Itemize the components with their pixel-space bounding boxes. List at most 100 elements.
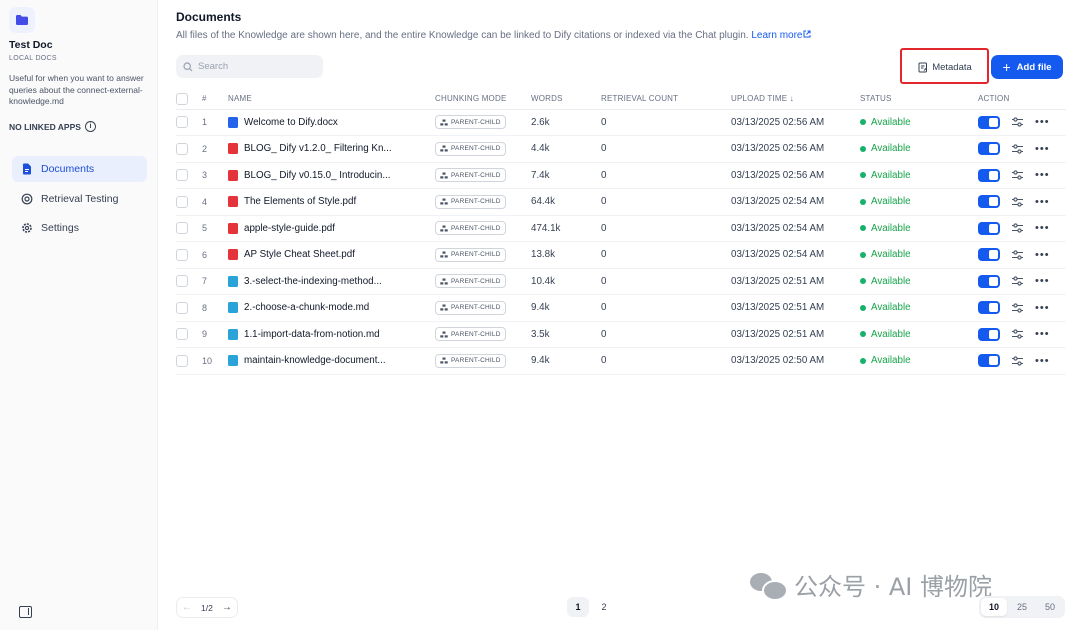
more-options-icon[interactable]: ••• bbox=[1035, 196, 1050, 207]
table-row[interactable]: 10 maintain-knowledge-document... PARENT-C… bbox=[176, 347, 1066, 375]
enable-toggle[interactable] bbox=[978, 168, 1000, 182]
column-header-index: # bbox=[202, 89, 228, 110]
enable-toggle[interactable] bbox=[978, 327, 1000, 341]
more-options-icon[interactable]: ••• bbox=[1035, 170, 1050, 181]
settings-sliders-icon[interactable] bbox=[1012, 329, 1023, 339]
row-checkbox[interactable] bbox=[176, 116, 188, 129]
enable-toggle[interactable] bbox=[978, 274, 1000, 288]
document-name[interactable]: apple-style-guide.pdf bbox=[244, 223, 335, 234]
table-header-row: # NAME CHUNKING MODE WORDS RETRIEVAL COU… bbox=[176, 89, 1066, 110]
settings-sliders-icon[interactable] bbox=[1012, 303, 1023, 313]
row-checkbox[interactable] bbox=[176, 248, 188, 261]
page-size-option[interactable]: 10 bbox=[981, 598, 1007, 616]
row-checkbox[interactable] bbox=[176, 142, 188, 155]
search-input[interactable] bbox=[198, 61, 308, 72]
enable-toggle[interactable] bbox=[978, 301, 1000, 315]
more-options-icon[interactable]: ••• bbox=[1035, 117, 1050, 128]
row-words: 3.5k bbox=[531, 321, 601, 348]
document-name[interactable]: The Elements of Style.pdf bbox=[244, 196, 356, 207]
settings-sliders-icon[interactable] bbox=[1012, 223, 1023, 233]
page-size-option[interactable]: 50 bbox=[1037, 598, 1063, 616]
page-size-option[interactable]: 25 bbox=[1009, 598, 1035, 616]
table-row[interactable]: 1 Welcome to Dify.docx PARENT-CHILD 2.6k 0 03… bbox=[176, 109, 1066, 136]
add-file-button[interactable]: + Add file bbox=[991, 55, 1063, 79]
row-retrieval-count: 0 bbox=[601, 162, 731, 189]
settings-sliders-icon[interactable] bbox=[1012, 144, 1023, 154]
table-row[interactable]: 4 The Elements of Style.pdf PARENT-CHILD 64… bbox=[176, 188, 1066, 216]
table-row[interactable]: 8 2.-choose-a-chunk-mode.md PARENT-CHILD 9.… bbox=[176, 294, 1066, 322]
more-options-icon[interactable]: ••• bbox=[1035, 249, 1050, 260]
table-row[interactable]: 9 1.1-import-data-from-notion.md PARENT-CH… bbox=[176, 321, 1066, 348]
page-button[interactable]: 1 bbox=[567, 597, 589, 617]
table-row[interactable]: 6 AP Style Cheat Sheet.pdf PARENT-CHILD 13.… bbox=[176, 241, 1066, 269]
more-options-icon[interactable]: ••• bbox=[1035, 355, 1050, 366]
more-options-icon[interactable]: ••• bbox=[1035, 223, 1050, 234]
enable-toggle[interactable] bbox=[978, 195, 1000, 209]
row-name-cell[interactable]: 1.1-import-data-from-notion.md bbox=[228, 321, 435, 348]
row-name-cell[interactable]: Welcome to Dify.docx bbox=[228, 109, 435, 136]
row-upload-time: 03/13/2025 02:51 AM bbox=[731, 268, 860, 295]
enable-toggle[interactable] bbox=[978, 221, 1000, 235]
document-name[interactable]: BLOG_ Dify v1.2.0_ Filtering Kn... bbox=[244, 143, 392, 154]
row-name-cell[interactable]: apple-style-guide.pdf bbox=[228, 215, 435, 242]
row-checkbox[interactable] bbox=[176, 328, 188, 341]
sidebar-item-retrieval-testing[interactable]: Retrieval Testing bbox=[12, 186, 147, 212]
table-row[interactable]: 5 apple-style-guide.pdf PARENT-CHILD 474.1k… bbox=[176, 215, 1066, 242]
document-name[interactable]: maintain-knowledge-document... bbox=[244, 355, 386, 366]
page-button[interactable]: 2 bbox=[593, 597, 615, 617]
enable-toggle[interactable] bbox=[978, 115, 1000, 129]
row-checkbox[interactable] bbox=[176, 354, 188, 367]
document-name[interactable]: 2.-choose-a-chunk-mode.md bbox=[244, 302, 369, 313]
column-header-upload-time[interactable]: UPLOAD TIME ↓ bbox=[731, 89, 860, 110]
settings-sliders-icon[interactable] bbox=[1012, 117, 1023, 127]
row-name-cell[interactable]: BLOG_ Dify v0.15.0_ Introducin... bbox=[228, 162, 435, 189]
enable-toggle[interactable] bbox=[978, 248, 1000, 262]
row-checkbox[interactable] bbox=[176, 169, 188, 182]
document-name[interactable]: AP Style Cheat Sheet.pdf bbox=[244, 249, 355, 260]
enable-toggle[interactable] bbox=[978, 354, 1000, 368]
select-all-checkbox[interactable] bbox=[176, 92, 188, 105]
enable-toggle[interactable] bbox=[978, 142, 1000, 156]
table-row[interactable]: 3 BLOG_ Dify v0.15.0_ Introducin... PARENT… bbox=[176, 162, 1066, 189]
settings-sliders-icon[interactable] bbox=[1012, 170, 1023, 180]
row-name-cell[interactable]: maintain-knowledge-document... bbox=[228, 347, 435, 375]
row-upload-time: 03/13/2025 02:54 AM bbox=[731, 215, 860, 242]
prev-page-icon[interactable]: ← bbox=[177, 598, 197, 617]
row-status-cell: Available bbox=[860, 294, 978, 322]
row-name-cell[interactable]: BLOG_ Dify v1.2.0_ Filtering Kn... bbox=[228, 135, 435, 163]
row-chunking-cell: PARENT-CHILD bbox=[435, 135, 531, 163]
collapse-sidebar-icon[interactable] bbox=[19, 606, 32, 618]
row-checkbox[interactable] bbox=[176, 222, 188, 235]
document-name[interactable]: Welcome to Dify.docx bbox=[244, 117, 338, 128]
row-name-cell[interactable]: AP Style Cheat Sheet.pdf bbox=[228, 241, 435, 269]
row-name-cell[interactable]: 3.-select-the-indexing-method... bbox=[228, 268, 435, 295]
row-checkbox[interactable] bbox=[176, 301, 188, 314]
settings-sliders-icon[interactable] bbox=[1012, 276, 1023, 286]
next-page-icon[interactable]: → bbox=[217, 598, 237, 617]
learn-more-link[interactable]: Learn more bbox=[751, 30, 810, 41]
sidebar-item-settings[interactable]: Settings bbox=[12, 215, 147, 241]
row-upload-time: 03/13/2025 02:54 AM bbox=[731, 241, 860, 269]
row-checkbox[interactable] bbox=[176, 275, 188, 288]
table-row[interactable]: 2 BLOG_ Dify v1.2.0_ Filtering Kn... PAREN… bbox=[176, 135, 1066, 163]
table-row[interactable]: 7 3.-select-the-indexing-method... PARENT-… bbox=[176, 268, 1066, 295]
search-box[interactable] bbox=[176, 55, 323, 78]
more-options-icon[interactable]: ••• bbox=[1035, 329, 1050, 340]
linked-apps[interactable]: NO LINKED APPS i bbox=[9, 121, 96, 132]
metadata-button[interactable]: Metadata bbox=[910, 57, 980, 77]
info-icon[interactable]: i bbox=[84, 121, 96, 132]
more-options-icon[interactable]: ••• bbox=[1035, 276, 1050, 287]
settings-sliders-icon[interactable] bbox=[1012, 250, 1023, 260]
row-name-cell[interactable]: The Elements of Style.pdf bbox=[228, 188, 435, 216]
row-name-cell[interactable]: 2.-choose-a-chunk-mode.md bbox=[228, 294, 435, 322]
more-options-icon[interactable]: ••• bbox=[1035, 302, 1050, 313]
document-name[interactable]: 3.-select-the-indexing-method... bbox=[244, 276, 382, 287]
document-name[interactable]: BLOG_ Dify v0.15.0_ Introducin... bbox=[244, 170, 391, 181]
sidebar-item-documents[interactable]: Documents bbox=[12, 156, 147, 182]
row-checkbox[interactable] bbox=[176, 195, 188, 208]
row-status-cell: Available bbox=[860, 215, 978, 242]
document-name[interactable]: 1.1-import-data-from-notion.md bbox=[244, 329, 380, 340]
settings-sliders-icon[interactable] bbox=[1012, 197, 1023, 207]
more-options-icon[interactable]: ••• bbox=[1035, 143, 1050, 154]
settings-sliders-icon[interactable] bbox=[1012, 356, 1023, 366]
